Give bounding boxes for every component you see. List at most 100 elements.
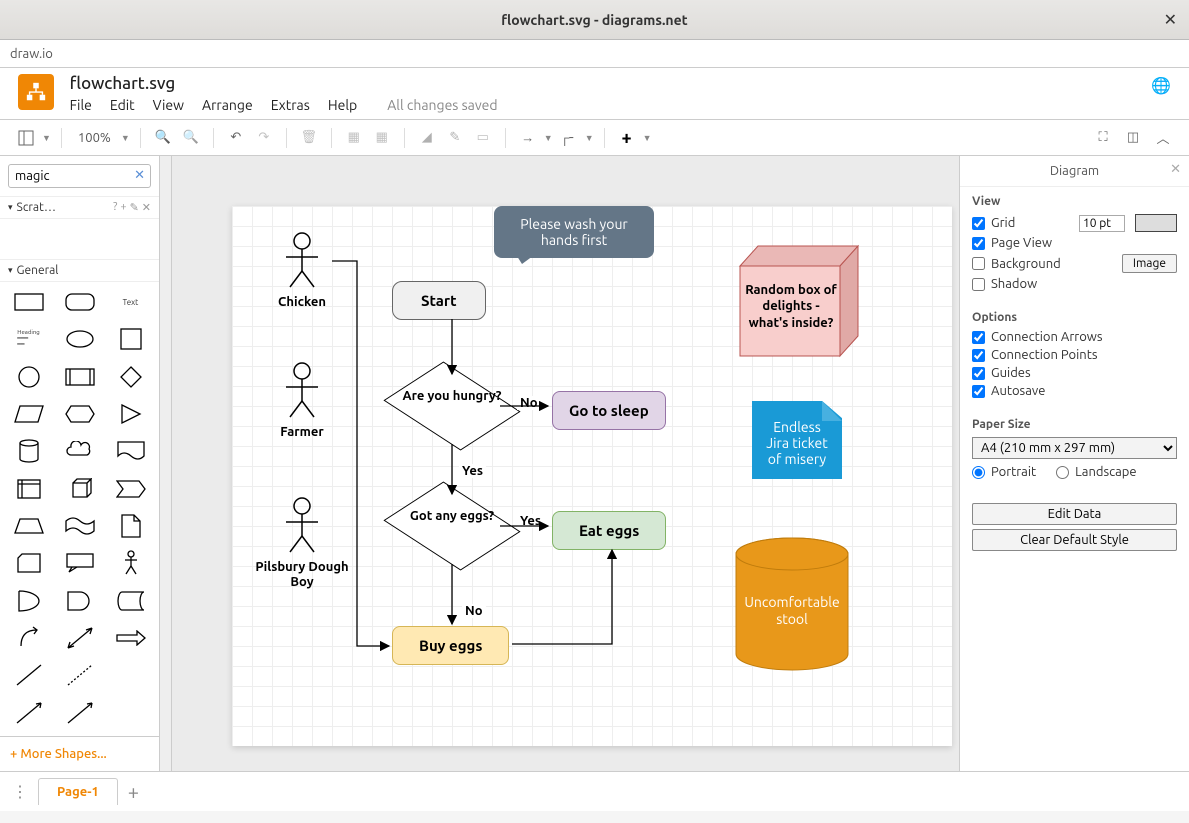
shape-line-arrow1[interactable] [6,699,51,727]
help-icon[interactable]: ? [113,201,117,214]
shape-triangle[interactable] [108,400,153,428]
shape-or[interactable] [6,587,51,615]
shape-internal-storage[interactable] [6,475,51,503]
shape-actor[interactable] [108,549,153,577]
shape-rect[interactable] [6,288,51,316]
undo-icon[interactable]: ↶ [224,126,248,150]
image-button[interactable]: Image [1122,254,1177,273]
shape-line[interactable] [6,661,51,689]
note-shape[interactable]: Endless Jira ticket of misery [752,401,842,479]
fill-icon[interactable]: ◢ [415,126,439,150]
add-icon[interactable]: + [120,201,126,214]
menu-file[interactable]: File [70,97,92,113]
shape-tape[interactable] [57,512,102,540]
menu-help[interactable]: Help [328,97,357,113]
drawing-page[interactable]: Chicken Farmer Pilsbury Dough Boy Please… [232,206,952,746]
close-icon[interactable]: ✕ [1170,162,1181,177]
menu-arrange[interactable]: Arrange [202,97,253,113]
shape-ellipse[interactable] [57,325,102,353]
shape-heading[interactable]: Heading━━━━━ [6,325,51,353]
grid-size-input[interactable] [1079,215,1125,232]
shape-and[interactable] [57,587,102,615]
cylinder-shape[interactable]: Uncomfortable stool [732,536,852,690]
shape-hexagon[interactable] [57,400,102,428]
grid-checkbox[interactable] [972,217,985,230]
zoom-out-icon[interactable]: 🔍 [179,126,203,150]
guides-checkbox[interactable] [972,367,985,380]
search-input[interactable] [8,164,151,188]
shape-step[interactable] [108,475,153,503]
shadow-icon[interactable]: ▭ [471,126,495,150]
shape-cylinder[interactable] [6,437,51,465]
shape-cloud[interactable] [57,437,102,465]
chevron-down-icon[interactable]: ▼ [121,133,130,143]
add-page-icon[interactable]: + [128,780,139,803]
edit-icon[interactable]: ✎ [130,201,139,214]
shape-blank[interactable] [108,661,153,689]
connection-icon[interactable]: → [516,126,540,150]
shape-parallelogram[interactable] [6,400,51,428]
edit-data-button[interactable]: Edit Data [972,503,1177,525]
globe-icon[interactable]: 🌐 [1151,76,1171,95]
shape-line-arrow2[interactable] [57,699,102,727]
autosave-checkbox[interactable] [972,385,985,398]
shadow-checkbox[interactable] [972,278,985,291]
general-header[interactable]: ▾ General [0,259,159,282]
conn-arrows-checkbox[interactable] [972,331,985,344]
chevron-down-icon[interactable]: ▼ [544,133,553,143]
document-title[interactable]: flowchart.svg [70,74,498,93]
page-tab-1[interactable]: Page-1 [38,778,118,805]
format-panel-icon[interactable]: ◫ [1121,126,1145,150]
shape-square[interactable] [108,325,153,353]
zoom-level[interactable]: 100% [72,131,117,145]
cube-shape[interactable]: Random box of delights - what's inside? [720,236,860,370]
shape-callout[interactable] [57,549,102,577]
landscape-radio[interactable] [1056,466,1069,479]
conn-points-checkbox[interactable] [972,349,985,362]
menu-view[interactable]: View [153,97,184,113]
shape-note[interactable] [108,512,153,540]
shape-cube[interactable] [57,475,102,503]
shape-text[interactable]: Text [108,288,153,316]
shape-dashed-line[interactable] [57,661,102,689]
shape-trapezoid[interactable] [6,512,51,540]
shape-arrow[interactable] [108,624,153,652]
to-front-icon[interactable]: ▦ [342,126,366,150]
grid-color-swatch[interactable] [1135,214,1177,232]
scratchpad-header[interactable]: ▾ Scrat… ? + ✎ ✕ [0,196,159,219]
portrait-radio[interactable] [972,466,985,479]
shape-bidir-arrow[interactable] [57,624,102,652]
shape-process[interactable] [57,363,102,391]
menu-extras[interactable]: Extras [271,97,310,113]
close-icon[interactable]: ✕ [142,201,151,214]
tabs-menu-icon[interactable]: ⋮ [8,782,32,801]
shape-diamond[interactable] [108,363,153,391]
pageview-checkbox[interactable] [972,237,985,250]
shape-circle[interactable] [6,363,51,391]
chevron-down-icon[interactable]: ▼ [42,133,51,143]
line-color-icon[interactable]: ✎ [443,126,467,150]
to-back-icon[interactable]: ▦ [370,126,394,150]
shape-roundrect[interactable] [57,288,102,316]
redo-icon[interactable]: ↷ [252,126,276,150]
shape-document[interactable] [108,437,153,465]
collapse-icon[interactable]: ︿ [1151,126,1175,150]
clear-style-button[interactable]: Clear Default Style [972,529,1177,551]
sidebar-toggle-icon[interactable] [14,126,38,150]
waypoint-icon[interactable]: ┌╴ [557,126,581,150]
canvas[interactable]: Chicken Farmer Pilsbury Dough Boy Please… [172,156,959,771]
shape-curve-arrow[interactable] [6,624,51,652]
paper-size-select[interactable]: A4 (210 mm x 297 mm) [972,437,1177,459]
menu-edit[interactable]: Edit [110,97,135,113]
chevron-down-icon[interactable]: ▼ [643,133,652,143]
clear-search-icon[interactable]: ✕ [134,168,145,183]
add-icon[interactable]: + [615,126,639,150]
app-logo-icon[interactable] [18,74,54,110]
fullscreen-icon[interactable]: ⛶ [1091,126,1115,150]
delete-icon[interactable]: 🗑 [297,126,321,150]
background-checkbox[interactable] [972,257,985,270]
zoom-in-icon[interactable]: 🔍 [151,126,175,150]
shape-card[interactable] [6,549,51,577]
close-icon[interactable]: ✕ [1164,10,1177,29]
shape-datastore[interactable] [108,587,153,615]
